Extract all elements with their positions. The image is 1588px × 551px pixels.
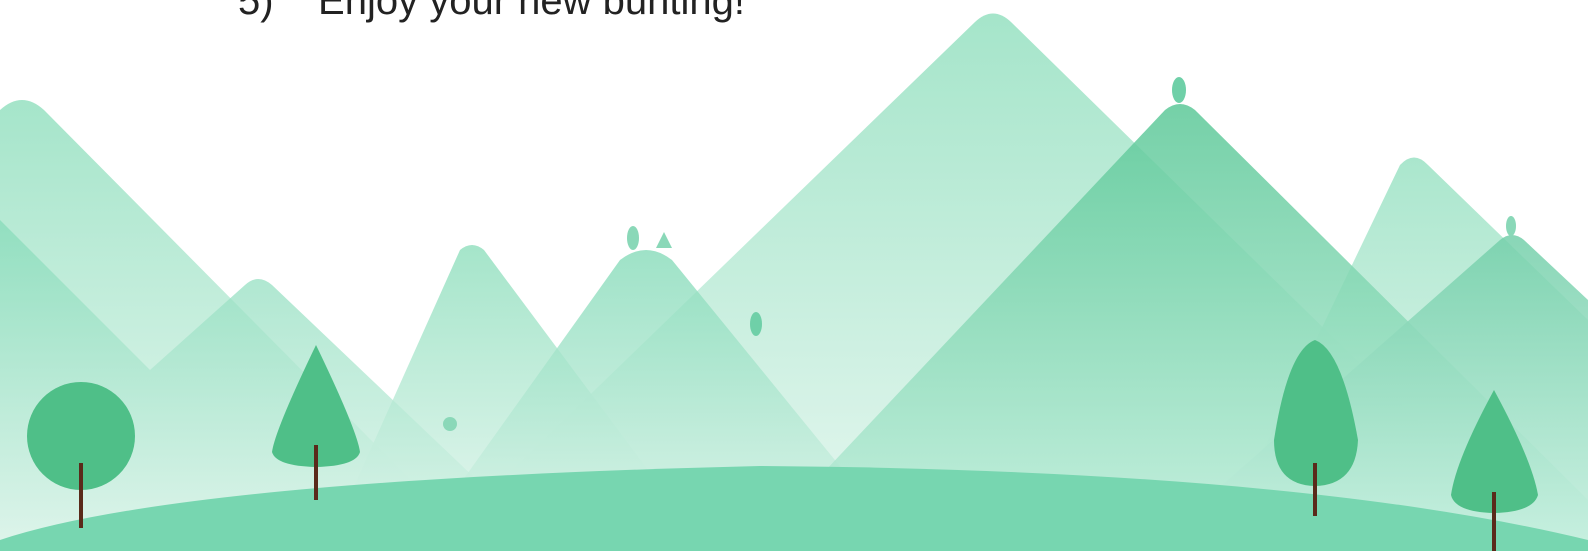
peak-bump [750, 312, 762, 336]
peak-bump [656, 232, 672, 248]
peak-bump [1172, 77, 1186, 103]
peak-bump [1506, 216, 1516, 236]
peak-bump [627, 226, 639, 250]
small-dot [443, 417, 457, 431]
mountain-landscape-illustration [0, 13, 1588, 551]
